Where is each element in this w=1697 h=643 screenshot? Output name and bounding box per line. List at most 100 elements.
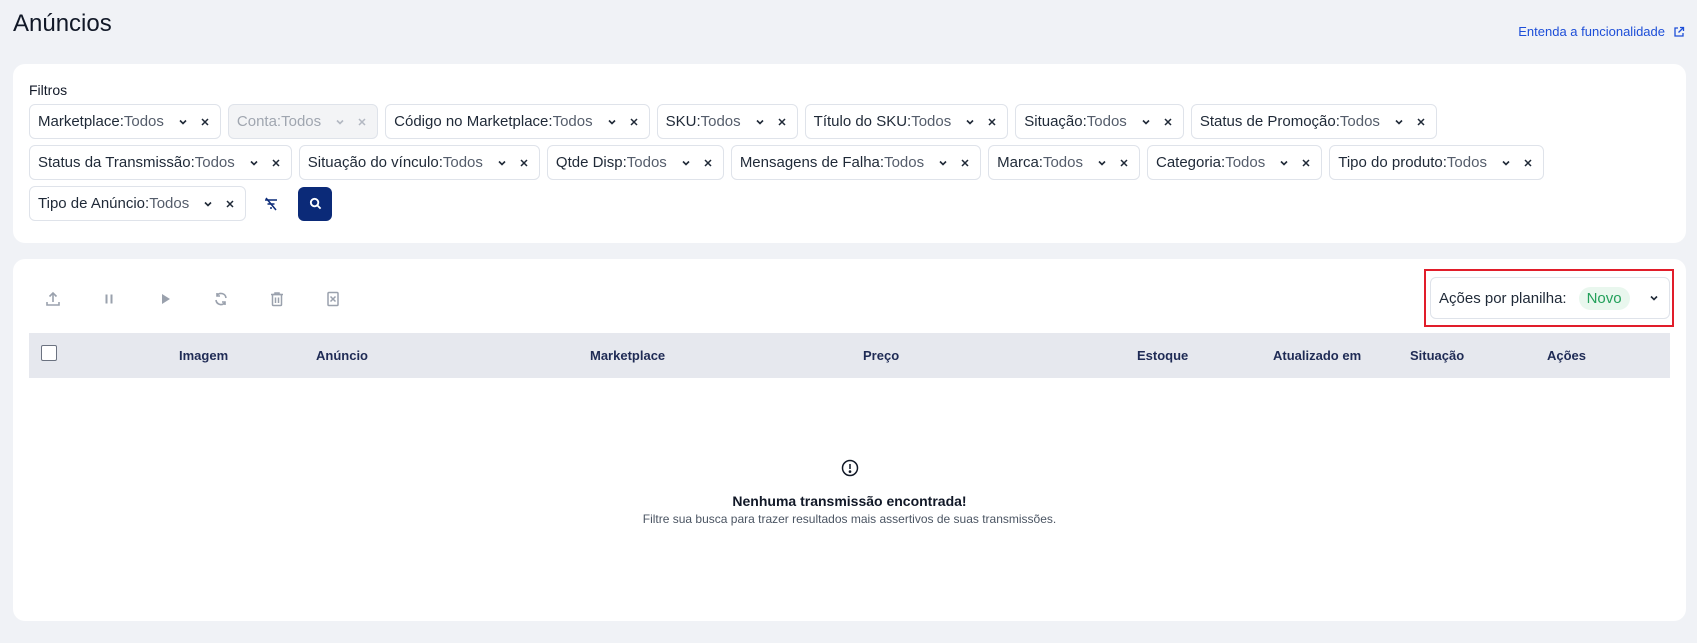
close-icon[interactable] [960,158,970,168]
empty-state-subtitle: Filtre sua busca para trazer resultados … [642,512,1057,526]
filter-chip-key: Situação: [1024,113,1087,130]
chevron-down-icon[interactable] [1279,158,1289,168]
chevron-down-icon[interactable] [497,158,507,168]
table-header: Imagem Anúncio Marketplace Preço Estoque… [29,333,1670,378]
close-icon[interactable] [1301,158,1311,168]
column-preco[interactable]: Preço [863,348,899,363]
chevron-down-icon[interactable] [1394,117,1404,127]
filter-chip[interactable]: Status da Transmissão: Todos [29,145,292,180]
filter-chip-value: Todos [123,113,164,130]
filters-panel: Filtros Marketplace: Todos Conta: Todos Có… [13,64,1686,243]
filter-chip[interactable]: SKU: Todos [656,104,798,139]
filter-chip[interactable]: Marca: Todos [988,145,1140,180]
chevron-down-icon[interactable] [965,117,975,127]
filter-chip[interactable]: Mensagens de Falha: Todos [730,145,982,180]
filter-chip-value: Todos [149,195,190,212]
filter-chip-value: Todos [552,113,593,130]
close-icon[interactable] [1163,117,1173,127]
chevron-down-icon[interactable] [178,117,188,127]
column-atualizado-em[interactable]: Atualizado em [1273,348,1361,363]
chevron-down-icon[interactable] [335,117,345,127]
chevron-down-icon[interactable] [681,158,691,168]
spreadsheet-actions-label: Ações por planilha: [1439,289,1567,307]
close-icon[interactable] [1523,158,1533,168]
upload-icon[interactable] [43,289,62,308]
trash-icon[interactable] [267,289,286,308]
new-badge: Novo [1578,286,1630,310]
sync-icon[interactable] [211,289,230,308]
filter-chip-key: Status da Transmissão: [38,154,195,171]
search-icon [309,197,321,210]
column-imagem[interactable]: Imagem [179,348,228,363]
close-icon[interactable] [987,117,997,127]
filter-chip-key: Categoria: [1155,154,1226,171]
filter-chip[interactable]: Tipo de Anúncio: Todos [29,186,247,221]
filter-chip-key: Conta: [236,113,282,130]
close-icon[interactable] [519,158,529,168]
column-marketplace[interactable]: Marketplace [590,348,665,363]
chevron-down-icon[interactable] [938,158,948,168]
play-icon[interactable] [155,289,174,308]
help-link-label: Entenda a funcionalidade [1518,24,1665,39]
filter-chip[interactable]: Título do SKU: Todos [804,104,1009,139]
close-icon[interactable] [225,199,235,209]
filter-chip-value: Todos [911,113,952,130]
filter-chip-value: Todos [700,113,741,130]
close-icon[interactable] [271,158,281,168]
listings-panel: Ações por planilha: Novo Imagem Anúncio … [13,259,1686,621]
chevron-down-icon[interactable] [249,158,259,168]
close-icon[interactable] [200,117,210,127]
filter-chip-value: Todos [1225,154,1266,171]
search-button[interactable] [298,186,333,221]
filter-chip[interactable]: Categoria: Todos [1146,145,1323,180]
external-link-icon [1674,26,1685,37]
filter-chip-key: Marketplace: [38,113,124,130]
filter-chip[interactable]: Situação: Todos [1015,104,1184,139]
chevron-down-icon [1650,295,1658,301]
filter-row: Status da Transmissão: Todos Situação do v… [29,145,1670,180]
column-estoque[interactable]: Estoque [1137,348,1188,363]
filter-chip[interactable]: Status de Promoção: Todos [1190,104,1437,139]
delete-file-icon[interactable] [323,289,342,308]
page-title: Anúncios [13,10,112,37]
close-icon[interactable] [357,117,367,127]
alert-circle-icon [841,459,858,477]
close-icon[interactable] [777,117,787,127]
chevron-down-icon[interactable] [1097,158,1107,168]
chevron-down-icon[interactable] [755,117,765,127]
filter-clear-icon[interactable] [259,192,283,216]
filter-row: Tipo de Anúncio: Todos [29,186,1670,221]
column-situacao[interactable]: Situação [1410,348,1464,363]
close-icon[interactable] [1416,117,1426,127]
chevron-down-icon[interactable] [1501,158,1511,168]
filter-chip-key: Mensagens de Falha: [739,154,885,171]
bulk-actions-toolbar [43,289,342,308]
filter-chip-key: Qtde Disp: [555,154,627,171]
chevron-down-icon[interactable] [203,199,213,209]
close-icon[interactable] [629,117,639,127]
filter-chip[interactable]: Tipo do produto: Todos [1329,145,1544,180]
filter-chip-value: Todos [281,113,322,130]
filter-chip[interactable]: Situação do vínculo: Todos [298,145,540,180]
filter-chip-key: Código no Marketplace: [394,113,553,130]
spreadsheet-actions-select[interactable]: Ações por planilha: Novo [1430,277,1670,319]
filter-chip[interactable]: Marketplace: Todos [29,104,221,139]
empty-state-title: Nenhuma transmissão encontrada! [732,493,967,509]
filter-chip[interactable]: Código no Marketplace: Todos [385,104,650,139]
column-acoes[interactable]: Ações [1547,348,1586,363]
pause-icon[interactable] [99,289,118,308]
filter-chip-value: Todos [1339,113,1380,130]
filter-chip-value: Todos [884,154,925,171]
filter-chip[interactable]: Qtde Disp: Todos [546,145,724,180]
close-icon[interactable] [703,158,713,168]
filter-chip-key: Situação do vínculo: [307,154,443,171]
filter-chip-value: Todos [1042,154,1083,171]
chevron-down-icon[interactable] [607,117,617,127]
column-anuncio[interactable]: Anúncio [316,348,368,363]
filters-label: Filtros [29,82,68,98]
close-icon[interactable] [1119,158,1129,168]
help-link[interactable]: Entenda a funcionalidade [1518,24,1685,39]
select-all-checkbox[interactable] [41,345,57,361]
chevron-down-icon[interactable] [1141,117,1151,127]
filter-chip-value: Todos [442,154,483,171]
